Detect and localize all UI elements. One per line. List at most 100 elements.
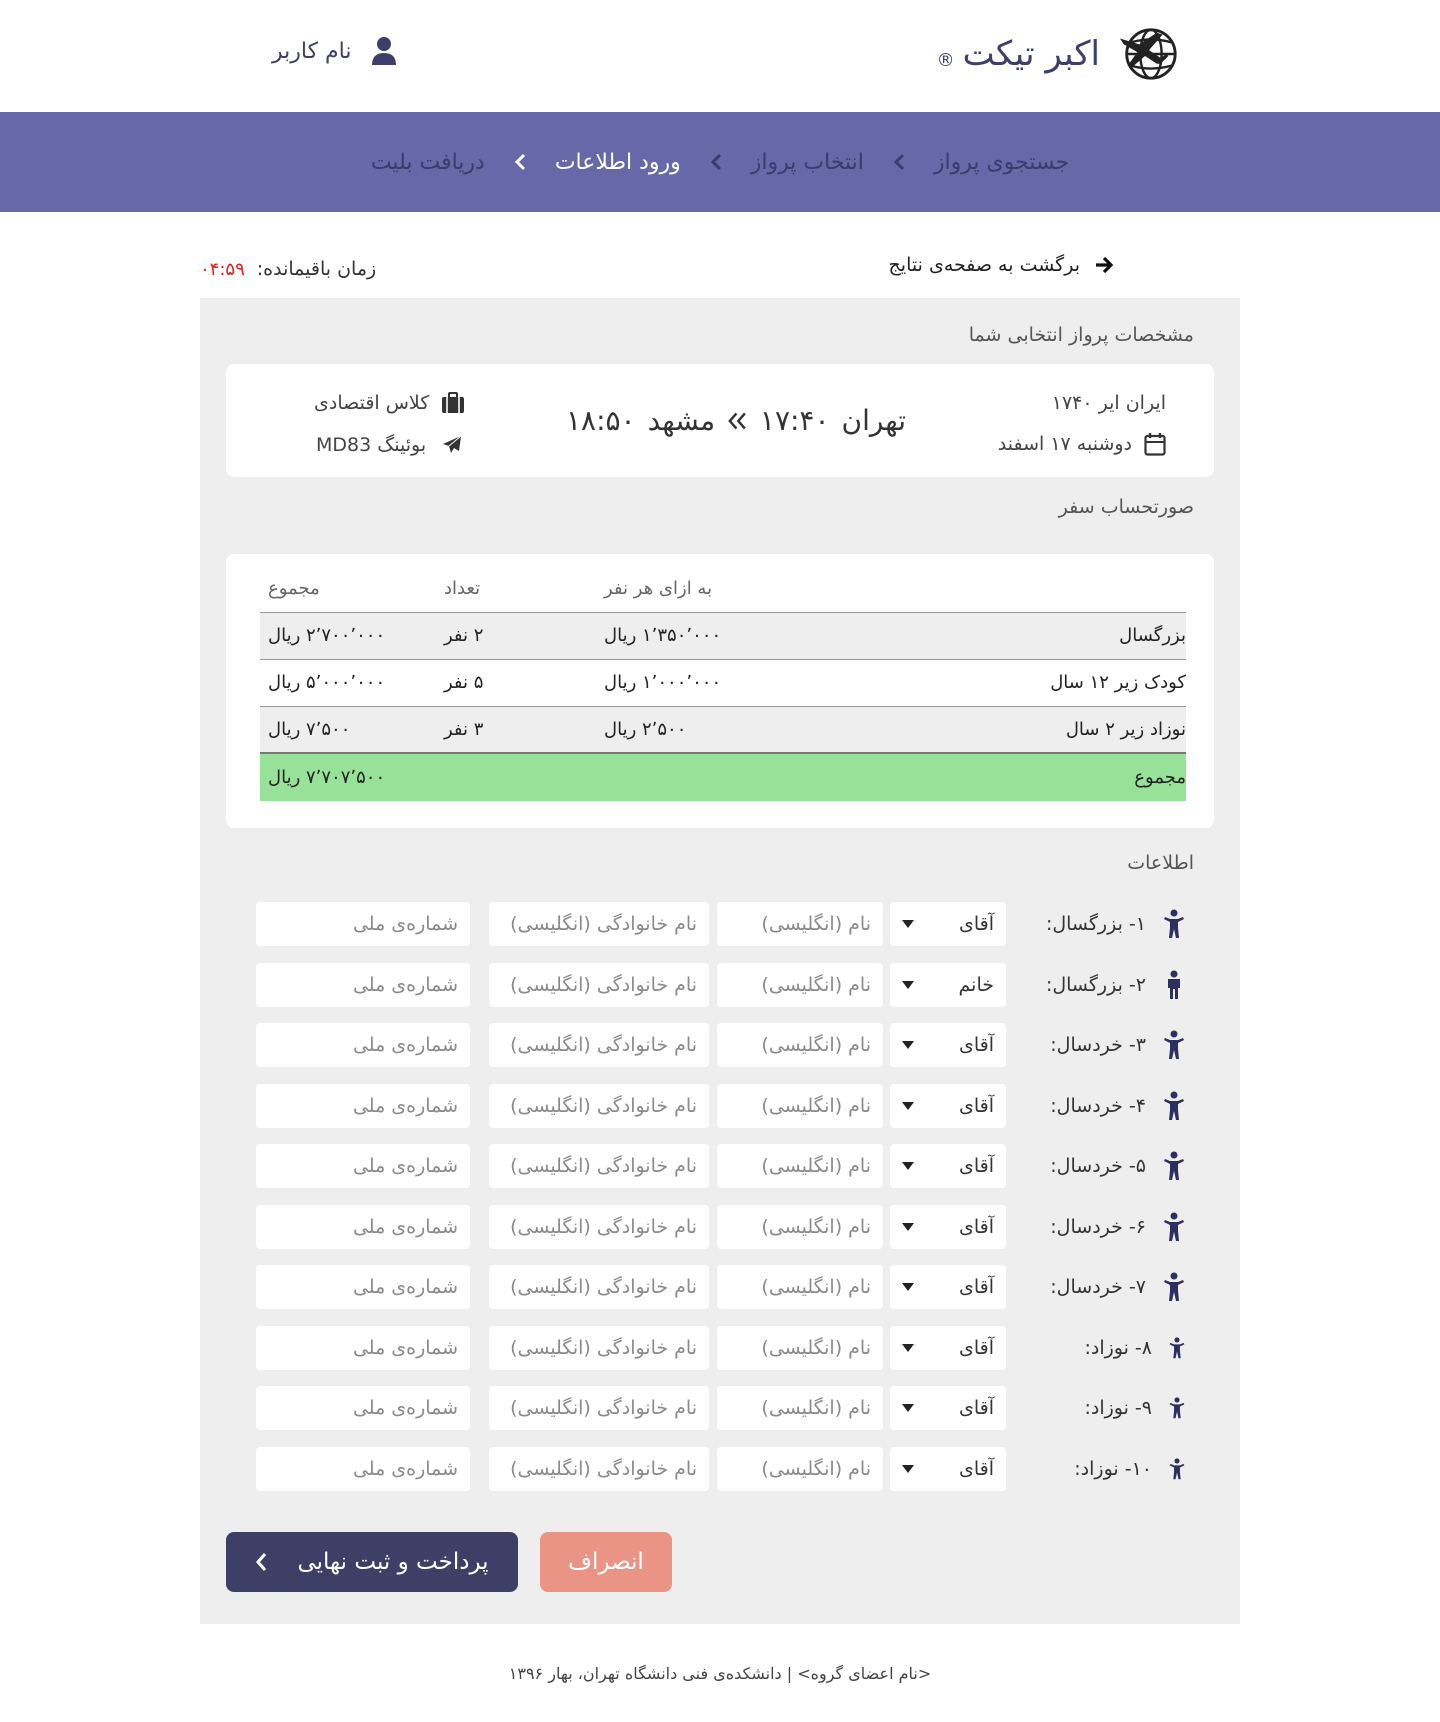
passenger-number-label: ۲- بزرگسال: xyxy=(1045,973,1146,996)
national-id-input[interactable]: شماره‌ی ملی xyxy=(256,902,470,946)
gender-select[interactable]: آقای xyxy=(890,1023,1006,1067)
caret-down-icon xyxy=(902,1464,914,1473)
first-name-input[interactable]: نام (انگلیسی) xyxy=(717,1204,883,1249)
national-id-input[interactable]: شماره‌ی ملی xyxy=(256,1325,470,1370)
last-name-input[interactable]: نام خانوادگی (انگلیسی) xyxy=(489,1386,709,1430)
first-name-input[interactable]: نام (انگلیسی) xyxy=(717,1325,883,1370)
header-per-person: به ازای هر نفر xyxy=(604,578,713,600)
invoice-total-row: مجموع ۷٬۷۰۷٬۵۰۰ ریال xyxy=(260,752,1186,801)
cancel-button[interactable]: انصراف xyxy=(540,1532,672,1592)
national-id-input[interactable]: شماره‌ی ملی xyxy=(256,1144,470,1188)
gender-select[interactable]: خانم xyxy=(890,962,1006,1007)
remaining-time: زمان باقیمانده: ۰۴:۵۹ xyxy=(200,258,376,280)
back-to-results-link[interactable]: برگشت به صفحه‌ی نتایج xyxy=(889,254,1114,276)
flight-date: دوشنبه ۱۷ اسفند xyxy=(997,433,1132,455)
national-id-input[interactable]: شماره‌ی ملی xyxy=(256,962,470,1007)
first-name-input[interactable]: نام (انگلیسی) xyxy=(717,1265,883,1309)
passenger-label: ۱- بزرگسال: xyxy=(1046,902,1186,946)
user-menu[interactable]: نام کاربر xyxy=(272,36,398,66)
person-icon xyxy=(1164,1272,1184,1301)
invoice-row-adult: بزرگسال ۱٬۳۵۰٬۰۰۰ ریال ۲ نفر ۲٬۷۰۰٬۰۰۰ ر… xyxy=(260,611,1186,659)
row-per-person: ۲٬۵۰۰ ریال xyxy=(596,705,806,753)
user-icon xyxy=(371,37,396,65)
passenger-row: ۱۰- نوزاد: آقای نام (انگلیسی) نام خانوادگی … xyxy=(256,1446,1186,1491)
gender-value: آقای xyxy=(958,1457,994,1480)
national-id-input-placeholder: شماره‌ی ملی xyxy=(352,973,458,996)
first-name-input[interactable]: نام (انگلیسی) xyxy=(717,902,883,946)
national-id-input-placeholder: شماره‌ی ملی xyxy=(352,1155,458,1177)
person-icon xyxy=(1164,1030,1184,1059)
national-id-input[interactable]: شماره‌ی ملی xyxy=(256,1265,470,1309)
first-name-input[interactable]: نام (انگلیسی) xyxy=(717,962,883,1007)
national-id-input[interactable]: شماره‌ی ملی xyxy=(256,1023,470,1067)
caret-down-icon xyxy=(902,1343,914,1352)
origin-city: تهران xyxy=(841,404,907,437)
last-name-input[interactable]: نام خانوادگی (انگلیسی) xyxy=(489,962,709,1007)
gender-select[interactable]: آقای xyxy=(890,902,1006,946)
last-name-input[interactable]: نام خانوادگی (انگلیسی) xyxy=(489,1325,709,1370)
first-name-input[interactable]: نام (انگلیسی) xyxy=(717,1023,883,1067)
national-id-input-placeholder: شماره‌ی ملی xyxy=(352,1397,458,1419)
row-total: ۵٬۰۰۰٬۰۰۰ ریال xyxy=(260,658,436,706)
row-count: ۲ نفر xyxy=(436,611,596,659)
invoice-header-row: به ازای هر نفر تعداد مجموع xyxy=(260,566,1186,612)
person-icon xyxy=(1164,1151,1184,1180)
first-name-input[interactable]: نام (انگلیسی) xyxy=(717,1083,883,1128)
national-id-input[interactable]: شماره‌ی ملی xyxy=(256,1204,470,1249)
gender-select[interactable]: آقای xyxy=(890,1204,1006,1249)
booking-panel: مشخصات پرواز انتخابی شما ایران ایر ۱۷۴۰ … xyxy=(200,298,1240,1624)
chevron-left-icon xyxy=(893,153,904,171)
registered-mark: ® xyxy=(936,50,955,71)
passenger-row: ۲- بزرگسال: خانم نام (انگلیسی) نام خانوادگی… xyxy=(256,962,1186,1007)
passenger-row: ۱- بزرگسال: آقای نام (انگلیسی) نام خانوادگی… xyxy=(256,902,1186,946)
pay-and-confirm-button[interactable]: پرداخت و ثبت نهایی xyxy=(226,1532,518,1592)
step-search: جستجوی پرواز xyxy=(933,149,1070,175)
first-name-input-placeholder: نام (انگلیسی) xyxy=(761,1276,871,1298)
last-name-input[interactable]: نام خانوادگی (انگلیسی) xyxy=(489,1446,709,1491)
gender-select[interactable]: آقای xyxy=(890,1325,1006,1370)
last-name-input[interactable]: نام خانوادگی (انگلیسی) xyxy=(489,902,709,946)
national-id-input-placeholder: شماره‌ی ملی xyxy=(352,1336,458,1359)
first-name-input[interactable]: نام (انگلیسی) xyxy=(717,1144,883,1188)
national-id-input-placeholder: شماره‌ی ملی xyxy=(352,1276,458,1298)
gender-select[interactable]: آقای xyxy=(890,1144,1006,1188)
first-name-input[interactable]: نام (انگلیسی) xyxy=(717,1386,883,1430)
last-name-input[interactable]: نام خانوادگی (انگلیسی) xyxy=(489,1265,709,1309)
last-name-input[interactable]: نام خانوادگی (انگلیسی) xyxy=(489,1023,709,1067)
gender-select[interactable]: آقای xyxy=(890,1386,1006,1430)
cabin-class-row: کلاس اقتصادی xyxy=(314,392,465,414)
gender-select[interactable]: آقای xyxy=(890,1446,1006,1491)
person-icon xyxy=(1169,1397,1185,1419)
total-label: مجموع xyxy=(806,752,1186,801)
airplane-icon xyxy=(443,435,462,453)
row-count: ۵ نفر xyxy=(436,658,596,706)
last-name-input[interactable]: نام خانوادگی (انگلیسی) xyxy=(489,1144,709,1188)
globe-plane-icon xyxy=(1119,28,1177,80)
national-id-input[interactable]: شماره‌ی ملی xyxy=(256,1446,470,1491)
national-id-input[interactable]: شماره‌ی ملی xyxy=(256,1083,470,1128)
passenger-number-label: ۱- بزرگسال: xyxy=(1045,913,1146,935)
last-name-input-placeholder: نام خانوادگی (انگلیسی) xyxy=(510,1094,697,1117)
invoice-section-title: صورتحساب سفر xyxy=(1058,496,1194,518)
last-name-input-placeholder: نام خانوادگی (انگلیسی) xyxy=(510,1276,697,1298)
last-name-input[interactable]: نام خانوادگی (انگلیسی) xyxy=(489,1204,709,1249)
header-count: تعداد xyxy=(444,578,481,600)
invoice-card: به ازای هر نفر تعداد مجموع بزرگسال ۱٬۳۵۰… xyxy=(226,554,1214,828)
gender-select[interactable]: آقای xyxy=(890,1083,1006,1128)
passenger-row: ۵- خردسال: آقای نام (انگلیسی) نام خانوادگی … xyxy=(256,1144,1186,1188)
brand-logo[interactable]: اکبر تیکت ® xyxy=(937,22,1180,86)
national-id-input[interactable]: شماره‌ی ملی xyxy=(256,1386,470,1430)
last-name-input[interactable]: نام خانوادگی (انگلیسی) xyxy=(489,1083,709,1128)
person-icon xyxy=(1164,1091,1184,1120)
passenger-number-label: ۱۰- نوزاد: xyxy=(1074,1457,1152,1480)
passenger-row: ۹- نوزاد: آقای نام (انگلیسی) نام خانوادگی (… xyxy=(256,1386,1186,1430)
invoice-row-child: کودک زیر ۱۲ سال ۱٬۰۰۰٬۰۰۰ ریال ۵ نفر ۵٬۰… xyxy=(260,658,1186,706)
passenger-label: ۴- خردسال: xyxy=(1050,1084,1186,1128)
gender-select[interactable]: آقای xyxy=(890,1265,1006,1309)
passenger-label: ۵- خردسال: xyxy=(1050,1144,1186,1188)
arrow-right-icon xyxy=(1096,256,1114,274)
first-name-input[interactable]: نام (انگلیسی) xyxy=(717,1446,883,1491)
last-name-input-placeholder: نام خانوادگی (انگلیسی) xyxy=(510,1034,697,1056)
invoice-row-infant: نوزاد زیر ۲ سال ۲٬۵۰۰ ریال ۳ نفر ۷٬۵۰۰ ر… xyxy=(260,705,1186,753)
first-name-input-placeholder: نام (انگلیسی) xyxy=(761,1094,871,1117)
